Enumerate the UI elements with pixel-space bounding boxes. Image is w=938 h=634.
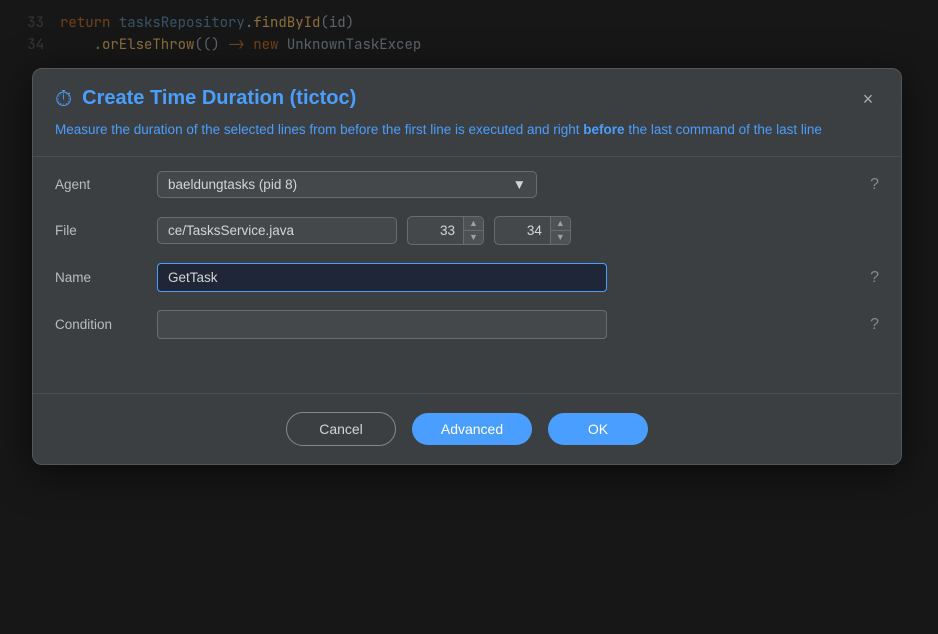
file-input[interactable] bbox=[157, 217, 397, 244]
dialog-header: ⏱ Create Time Duration (tictoc) × bbox=[33, 69, 901, 120]
line-start-input[interactable] bbox=[408, 217, 463, 244]
name-row: Name ? bbox=[55, 263, 879, 292]
dialog-title: Create Time Duration (tictoc) bbox=[82, 87, 356, 110]
condition-row: Condition ? bbox=[55, 310, 879, 339]
agent-dropdown[interactable]: baeldungtasks (pid 8) ▼ bbox=[157, 171, 537, 198]
agent-help-icon[interactable]: ? bbox=[870, 176, 879, 194]
dialog-description: Measure the duration of the selected lin… bbox=[33, 120, 901, 156]
line-start-down-btn[interactable]: ▼ bbox=[464, 231, 483, 244]
dropdown-arrow-icon: ▼ bbox=[513, 177, 526, 192]
line-end-up-btn[interactable]: ▲ bbox=[551, 217, 570, 230]
header-divider bbox=[33, 156, 901, 157]
file-label: File bbox=[55, 223, 145, 238]
agent-label: Agent bbox=[55, 177, 145, 192]
clock-icon: ⏱ bbox=[55, 88, 72, 110]
cancel-button[interactable]: Cancel bbox=[286, 412, 396, 446]
name-label: Name bbox=[55, 270, 145, 285]
line-start-spinner: ▲ ▼ bbox=[407, 216, 484, 245]
agent-value: baeldungtasks (pid 8) bbox=[168, 177, 297, 192]
name-control-group bbox=[157, 263, 858, 292]
line-end-input[interactable] bbox=[495, 217, 550, 244]
file-control-group: ▲ ▼ ▲ ▼ bbox=[157, 216, 879, 245]
condition-input[interactable] bbox=[157, 310, 607, 339]
condition-control-group bbox=[157, 310, 858, 339]
agent-row: Agent baeldungtasks (pid 8) ▼ ? bbox=[55, 171, 879, 198]
line-end-arrows: ▲ ▼ bbox=[550, 217, 570, 244]
line-end-down-btn[interactable]: ▼ bbox=[551, 231, 570, 244]
form-area: Agent baeldungtasks (pid 8) ▼ ? File ▲ bbox=[33, 161, 901, 393]
name-help-icon[interactable]: ? bbox=[870, 269, 879, 287]
line-end-spinner: ▲ ▼ bbox=[494, 216, 571, 245]
dialog-title-row: ⏱ Create Time Duration (tictoc) bbox=[55, 87, 356, 110]
form-spacer bbox=[55, 357, 879, 377]
condition-help-icon[interactable]: ? bbox=[870, 316, 879, 334]
file-row: File ▲ ▼ ▲ ▼ bbox=[55, 216, 879, 245]
ok-button[interactable]: OK bbox=[548, 413, 648, 445]
close-button[interactable]: × bbox=[857, 88, 879, 110]
advanced-button[interactable]: Advanced bbox=[412, 413, 532, 445]
line-start-up-btn[interactable]: ▲ bbox=[464, 217, 483, 230]
name-input[interactable] bbox=[157, 263, 607, 292]
button-row: Cancel Advanced OK bbox=[33, 394, 901, 464]
condition-label: Condition bbox=[55, 317, 145, 332]
agent-control-group: baeldungtasks (pid 8) ▼ bbox=[157, 171, 858, 198]
line-start-arrows: ▲ ▼ bbox=[463, 217, 483, 244]
create-time-duration-dialog: ⏱ Create Time Duration (tictoc) × Measur… bbox=[32, 68, 902, 465]
